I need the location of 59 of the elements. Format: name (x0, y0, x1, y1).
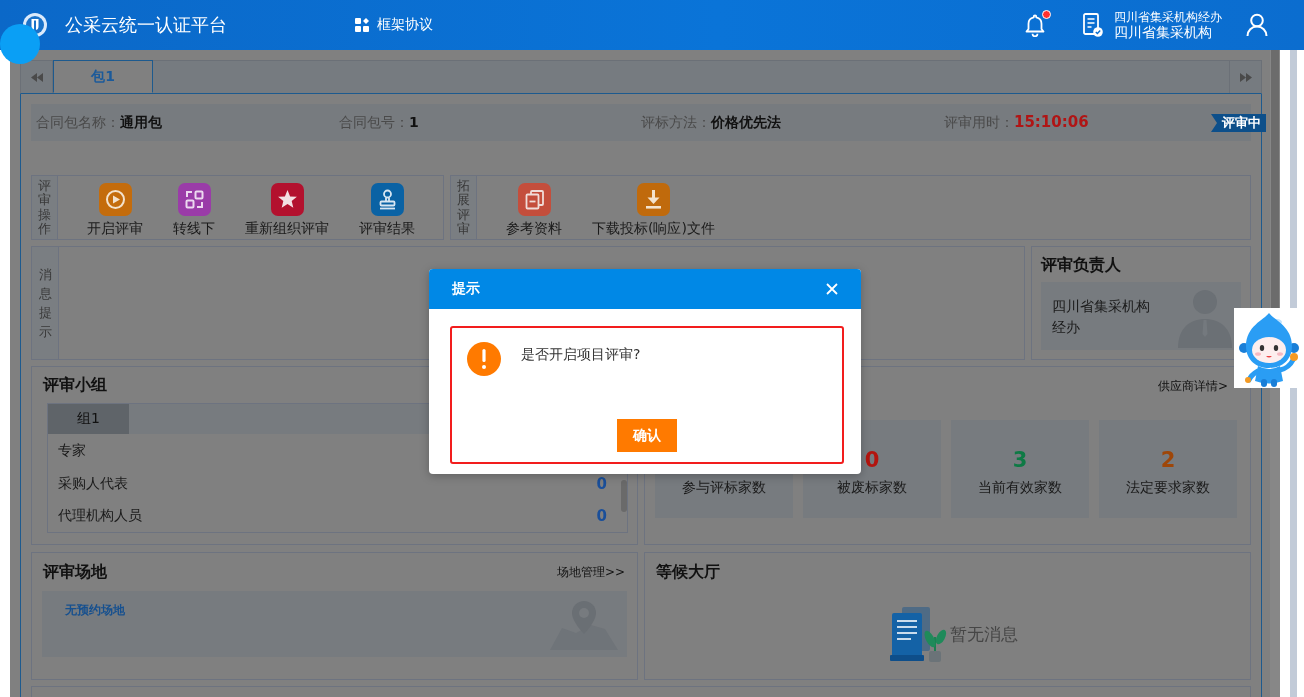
toolbar-button[interactable]: 下载投标(响应)文件 (592, 183, 715, 235)
member-count: 0 (596, 509, 607, 523)
toolbar-button[interactable]: 转线下 (173, 183, 215, 235)
member-role: 专家 (58, 442, 86, 460)
member-role: 代理机构人员 (58, 507, 142, 525)
empty-message-text: 暂无消息 (950, 622, 1018, 646)
confirm-button[interactable]: 确认 (617, 419, 677, 452)
member-count: 0 (596, 477, 607, 491)
toolbar-button[interactable]: 评审结果 (359, 183, 415, 235)
stamp-icon (370, 183, 404, 216)
document-icon[interactable] (1083, 13, 1103, 37)
download-icon (636, 183, 670, 216)
panel-title: 评审负责人 (1041, 255, 1121, 275)
venue-manage-link[interactable]: 场地管理>> (556, 564, 625, 580)
grid-icon (355, 18, 369, 32)
toolbar-button[interactable]: 重新组织评审 (245, 183, 329, 235)
supplier-details-link[interactable]: 供应商详情> (1157, 378, 1228, 396)
field-value: 1 (409, 113, 419, 130)
stat-value: 3 (1012, 449, 1028, 471)
bell-icon[interactable] (1024, 13, 1046, 37)
dialog-message: 是否开启项目评审? (521, 346, 641, 362)
scrollbar-thumb[interactable] (621, 480, 627, 512)
dialog-title: 提示 (452, 280, 480, 298)
panel-title: 等候大厅 (656, 562, 720, 582)
stat-label: 参与评标家数 (682, 479, 766, 495)
close-button[interactable] (825, 282, 839, 296)
field-value: 价格优先法 (711, 113, 781, 132)
account-org: 四川省集采机构 (1114, 25, 1212, 40)
warning-icon (467, 342, 501, 376)
app-title: 公采云统一认证平台 (65, 13, 227, 37)
close-icon (826, 283, 838, 295)
user-icon[interactable] (1246, 13, 1268, 37)
toolbar-button[interactable]: 参考资料 (506, 183, 562, 235)
empty-venue-text: 无预约场地 (65, 603, 125, 617)
scrollbar-thumb[interactable] (1271, 50, 1279, 308)
nav-link[interactable]: 框架协议 (355, 16, 433, 34)
timer-value: 15:10:06 (1014, 113, 1089, 131)
stat-label: 被废标家数 (837, 479, 907, 495)
swap-icon (177, 183, 211, 216)
group-tab[interactable]: 组1 (48, 404, 129, 434)
leader-name: 四川省集采机构经办 (1052, 297, 1151, 337)
double-arrow-left-icon (30, 72, 43, 82)
account-name: 四川省集采机构经办 (1114, 10, 1222, 25)
documents-icon (517, 183, 551, 216)
stat-label: 当前有效家数 (978, 479, 1062, 495)
message-label: 消息提示 (38, 265, 52, 342)
group-label: 评审操作 (38, 178, 51, 237)
stat-label: 法定要求家数 (1126, 479, 1210, 495)
member-role: 采购人代表 (58, 475, 128, 493)
toolbar-button[interactable]: 开启评审 (87, 183, 143, 235)
group-label: 拓展评审 (457, 178, 470, 237)
stat-value: 2 (1160, 449, 1176, 471)
field-value: 通用包 (120, 113, 162, 132)
panel-title: 评审场地 (43, 562, 107, 582)
panel-title: 评审小组 (43, 375, 107, 395)
stat-value: 0 (864, 449, 880, 471)
status-ribbon: 评审中 (1211, 114, 1266, 132)
play-icon (98, 183, 132, 216)
double-arrow-right-icon (1239, 72, 1252, 82)
